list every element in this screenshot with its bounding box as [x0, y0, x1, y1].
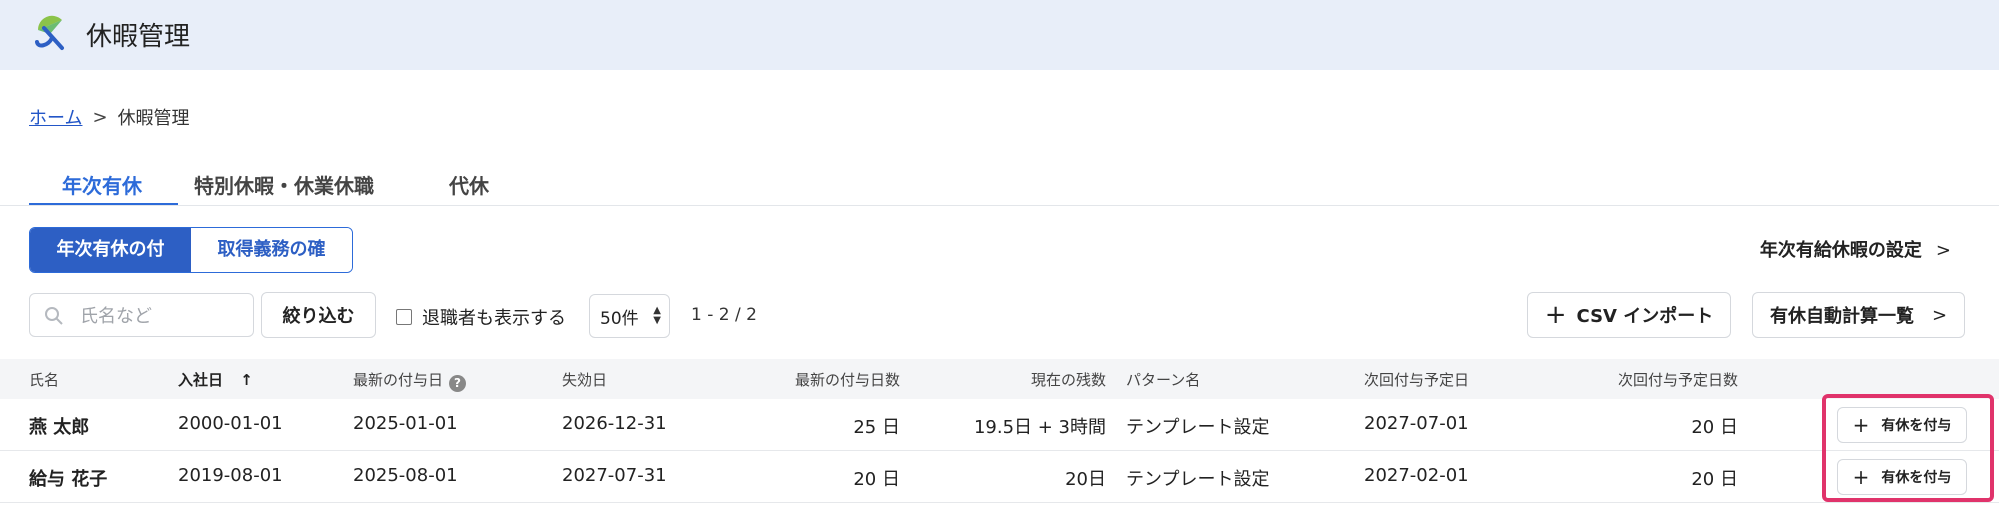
col-remaining: 現在の残数: [1030, 371, 1106, 389]
auto-calculation-list-button[interactable]: 有休自動計算一覧 >: [1752, 292, 1965, 338]
breadcrumb: ホーム > 休暇管理: [29, 104, 190, 130]
cell-remaining: 20日: [1065, 469, 1106, 490]
csv-import-button[interactable]: + CSV インポート: [1527, 292, 1731, 338]
cell-next-grant-days: 20 日: [1691, 417, 1738, 438]
search-icon: [45, 307, 63, 325]
plus-icon: +: [1544, 300, 1567, 330]
auto-calc-label: 有休自動計算一覧: [1769, 306, 1914, 327]
cell-last-grant-date: 2025-01-01: [353, 413, 458, 434]
app-header: 休暇管理: [0, 0, 1999, 70]
search-box: [29, 293, 254, 338]
app-title: 休暇管理: [86, 22, 191, 52]
col-last-grant-date-label: 最新の付与日: [353, 371, 444, 389]
breadcrumb-current: 休暇管理: [117, 108, 190, 129]
show-retired-toggle[interactable]: 退職者も表示する: [396, 304, 566, 330]
show-retired-label: 退職者も表示する: [422, 308, 566, 329]
col-last-grant-days: 最新の付与日数: [794, 371, 900, 389]
tab-bar: 年次有休 特別休暇・休業休職 代休: [29, 160, 547, 206]
mode-segmented-control: 年次有休の付与 取得義務の確認: [29, 227, 353, 273]
breadcrumb-home-link[interactable]: ホーム: [29, 104, 82, 130]
show-retired-checkbox[interactable]: [396, 309, 412, 325]
chevron-right-icon: >: [92, 106, 108, 128]
csv-import-label: CSV インポート: [1576, 306, 1714, 327]
col-pattern: パターン名: [1126, 371, 1201, 389]
col-next-grant-days: 次回付与予定日数: [1617, 371, 1738, 389]
help-icon[interactable]: ?: [449, 375, 467, 392]
col-last-grant-date: 最新の付与日?: [353, 369, 467, 392]
search-input[interactable]: [78, 294, 252, 338]
col-name: 氏名: [29, 371, 60, 389]
filter-button[interactable]: 絞り込む: [261, 292, 376, 338]
select-arrows-icon: ▲ ▼: [653, 305, 661, 326]
col-join-date-label: 入社日: [178, 371, 224, 389]
col-expiry: 失効日: [562, 371, 608, 389]
col-next-grant-date: 次回付与予定日: [1364, 371, 1470, 389]
cell-last-grant-days: 25 日: [853, 417, 900, 438]
cell-last-grant-date: 2025-08-01: [353, 465, 458, 486]
pagination-info: 1 - 2 / 2: [691, 305, 757, 325]
segment-obligation-check[interactable]: 取得義務の確認: [191, 228, 352, 272]
col-join-date[interactable]: 入社日 ↑: [178, 369, 253, 390]
sort-ascending-icon: ↑: [240, 371, 253, 389]
tab-compensatory-leave[interactable]: 代休: [449, 170, 489, 199]
cell-join-date: 2019-08-01: [178, 465, 283, 486]
table-row: 燕 太郎 2000-01-01 2025-01-01 2026-12-31 25…: [0, 399, 1999, 451]
grant-buttons-highlight: [1822, 394, 1994, 502]
cell-expiry: 2026-12-31: [562, 413, 667, 434]
tab-special-leave[interactable]: 特別休暇・休業休職: [194, 170, 374, 199]
segment-grant[interactable]: 年次有休の付与: [30, 228, 191, 272]
tabs-divider: [0, 205, 1999, 206]
cell-last-grant-days: 20 日: [853, 469, 900, 490]
umbrella-logo-icon[interactable]: [32, 14, 70, 52]
cell-name[interactable]: 燕 太郎: [29, 413, 89, 439]
settings-link-label: 年次有給休暇の設定: [1759, 240, 1922, 261]
cell-next-grant-date: 2027-02-01: [1364, 465, 1469, 486]
cell-remaining: 19.5日 + 3時間: [973, 417, 1106, 438]
cell-pattern: テンプレート設定: [1126, 469, 1270, 490]
chevron-right-icon: >: [1931, 304, 1948, 326]
page-size-value: 50件: [600, 308, 639, 329]
table-header: 氏名 入社日 ↑ 最新の付与日? 失効日 最新の付与日数 現在の残数 パターン名…: [0, 359, 1999, 399]
page-size-select[interactable]: 50件 ▲ ▼: [589, 294, 670, 338]
annual-leave-settings-link[interactable]: 年次有給休暇の設定 >: [1760, 236, 1951, 262]
cell-pattern: テンプレート設定: [1126, 417, 1270, 438]
table-row: 給与 花子 2019-08-01 2025-08-01 2027-07-31 2…: [0, 451, 1999, 503]
chevron-right-icon: >: [1935, 240, 1951, 261]
cell-expiry: 2027-07-31: [562, 465, 667, 486]
cell-next-grant-date: 2027-07-01: [1364, 413, 1469, 434]
tab-annual-leave[interactable]: 年次有休: [62, 170, 142, 199]
cell-join-date: 2000-01-01: [178, 413, 283, 434]
cell-next-grant-days: 20 日: [1691, 469, 1738, 490]
cell-name[interactable]: 給与 花子: [29, 465, 107, 491]
